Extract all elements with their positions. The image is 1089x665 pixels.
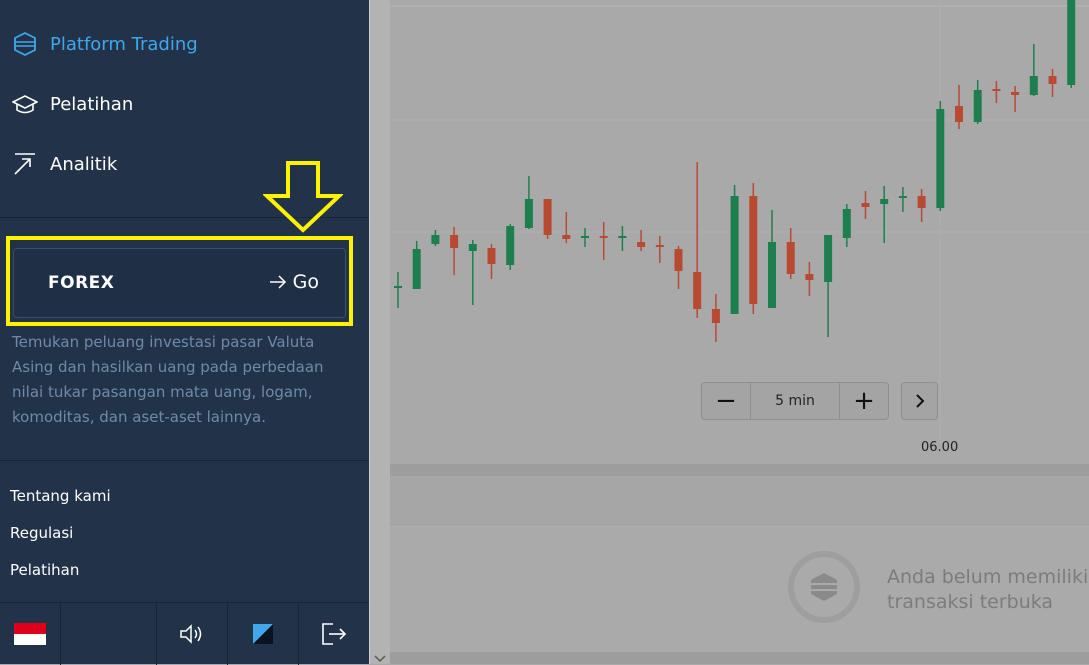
panel-divider xyxy=(390,652,1089,664)
nav-label-analitik: Analitik xyxy=(50,153,118,175)
chevron-right-icon xyxy=(915,394,924,408)
candle-body xyxy=(936,109,945,208)
zoom-control: − 5 min + xyxy=(701,382,889,420)
sidebar: Platform Trading Pelatihan Analitik FORE… xyxy=(0,0,369,665)
time-axis-label: 06.00 xyxy=(921,440,959,455)
zoom-in-button[interactable]: + xyxy=(839,383,888,419)
candle-body xyxy=(487,248,496,264)
empty-trades-message: Anda belum memiliki transaksi terbuka xyxy=(887,566,1089,613)
candle-body xyxy=(861,203,870,207)
indonesia-flag-icon xyxy=(14,623,46,645)
candle-body xyxy=(898,196,907,198)
zoom-value: 5 min xyxy=(775,393,815,409)
candle-body xyxy=(674,249,683,271)
down-arrow-icon xyxy=(263,161,343,233)
candle-body xyxy=(543,199,552,235)
candle-body xyxy=(581,236,589,238)
next-button[interactable] xyxy=(901,382,938,420)
candle-body xyxy=(394,286,402,288)
candle-body xyxy=(431,235,440,244)
candle-body xyxy=(992,89,1001,91)
forex-description: Temukan peluang investasi pasar Valuta A… xyxy=(12,333,324,426)
footer-link-tentang-kami[interactable]: Tentang kami xyxy=(10,487,111,505)
candle-body xyxy=(880,199,889,204)
candle-body xyxy=(599,236,608,238)
candle-body xyxy=(562,235,571,239)
sound-button[interactable] xyxy=(157,603,228,665)
platform-icon xyxy=(14,31,36,57)
candle-body xyxy=(655,245,664,247)
bottom-toolbar xyxy=(0,602,369,665)
candle-body xyxy=(955,106,963,122)
footer-link-pelatihan[interactable]: Pelatihan xyxy=(10,561,79,579)
candle-body xyxy=(730,196,739,314)
candle-body xyxy=(749,196,758,304)
candle-body xyxy=(693,272,702,309)
graduation-cap-icon xyxy=(12,95,38,114)
nav-item-platform-trading[interactable]: Platform Trading xyxy=(0,14,369,74)
candle-body xyxy=(842,209,851,238)
language-button[interactable] xyxy=(0,603,61,665)
candle-body xyxy=(786,242,795,274)
nav-label-platform-trading: Platform Trading xyxy=(50,33,198,55)
candle-body xyxy=(917,196,926,208)
candle-body xyxy=(618,236,627,238)
scrollbar[interactable] xyxy=(369,0,390,664)
toolbar-spacer xyxy=(61,603,157,665)
candle-body xyxy=(1011,92,1020,95)
logout-icon xyxy=(322,623,347,645)
logout-button[interactable] xyxy=(299,603,369,665)
candle-body xyxy=(805,274,814,280)
volume-icon xyxy=(180,624,202,644)
candle-body xyxy=(824,235,833,282)
theme-button[interactable] xyxy=(228,603,299,665)
trades-header xyxy=(390,476,1089,524)
empty-trades-icon xyxy=(788,551,860,623)
nav-label-pelatihan: Pelatihan xyxy=(50,93,134,115)
panel-divider xyxy=(390,464,1089,476)
candle-body xyxy=(524,199,533,228)
candle-body xyxy=(768,242,776,308)
theme-icon xyxy=(253,624,273,644)
candle-body xyxy=(711,309,720,323)
candle-body xyxy=(412,249,421,289)
candle-body xyxy=(1029,76,1038,95)
candle-body xyxy=(1048,76,1057,84)
candle-body xyxy=(973,90,982,122)
zoom-out-button[interactable]: − xyxy=(702,383,751,419)
analytics-arrow-icon xyxy=(14,153,35,175)
footer-link-regulasi[interactable]: Regulasi xyxy=(10,524,73,542)
candle-body xyxy=(637,242,646,247)
highlight-box xyxy=(6,236,353,326)
divider xyxy=(0,460,369,461)
candle-body xyxy=(1067,0,1076,85)
candle-body xyxy=(450,235,459,248)
candle-body xyxy=(506,226,515,265)
nav-item-pelatihan[interactable]: Pelatihan xyxy=(0,74,369,134)
chevron-down-icon xyxy=(374,655,386,663)
candle-body xyxy=(468,244,477,251)
